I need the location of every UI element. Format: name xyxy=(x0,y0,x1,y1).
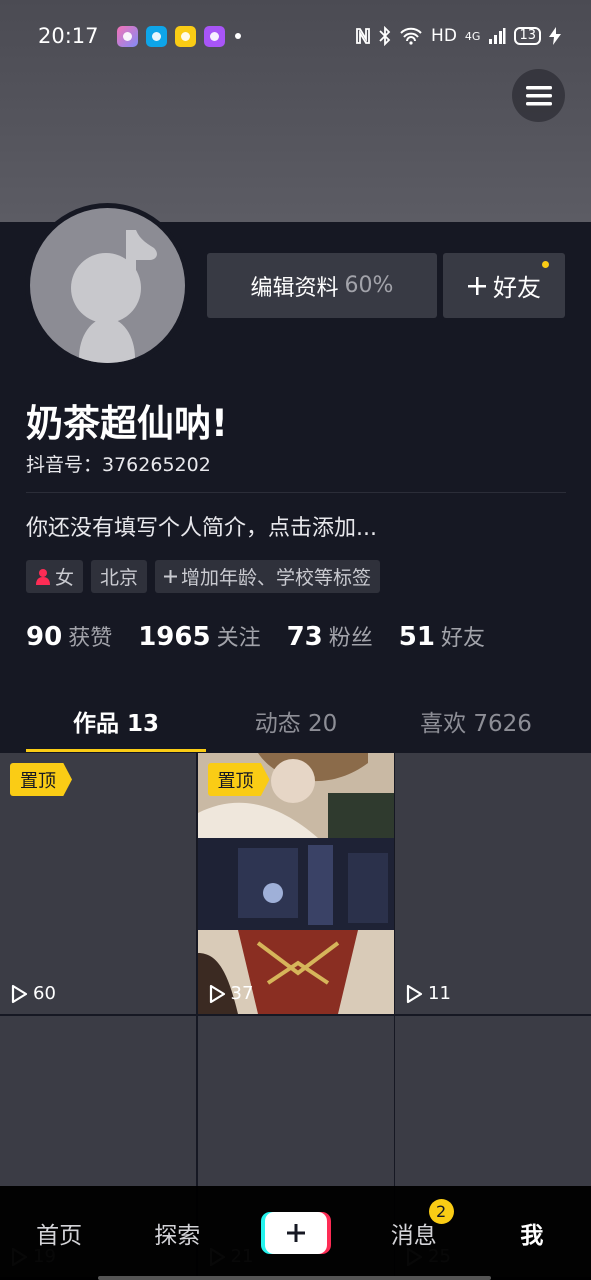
status-bar: 20:17 HD 4G 13 xyxy=(0,0,591,72)
gender-tag[interactable]: 女 xyxy=(26,560,84,593)
play-count: 11 xyxy=(405,983,451,1004)
stat-friends[interactable]: 51 好友 xyxy=(399,620,485,652)
nav-explore[interactable]: 探索 xyxy=(118,1216,236,1250)
charging-icon xyxy=(549,27,561,45)
avatar xyxy=(30,208,185,363)
wifi-icon xyxy=(400,27,422,45)
tab-works[interactable]: 作品 13 xyxy=(26,690,206,752)
app-notification-icon xyxy=(174,25,196,47)
bottom-nav: 首页 探索 消息 2 我 xyxy=(0,1186,591,1280)
gender-label: 女 xyxy=(55,567,75,589)
add-tag-button[interactable]: 增加年龄、学校等标签 xyxy=(155,560,381,593)
pinned-badge: 置顶 xyxy=(207,763,270,796)
profile-completion: 60% xyxy=(344,273,394,298)
avatar-frame[interactable] xyxy=(25,203,190,368)
stat-following[interactable]: 1965 关注 xyxy=(138,620,260,652)
battery-level: 13 xyxy=(514,27,541,45)
tab-moments[interactable]: 动态 20 xyxy=(206,690,386,752)
stat-likes[interactable]: 90 获赞 xyxy=(26,620,112,652)
network-type: 4G xyxy=(464,29,481,43)
signal-icon xyxy=(489,28,506,44)
douyin-id[interactable]: 抖音号：376265202 xyxy=(26,450,211,477)
add-tag-label: 增加年龄、学校等标签 xyxy=(181,567,372,589)
add-friend-label: 好友 xyxy=(493,274,541,302)
add-friend-button[interactable]: 好友 xyxy=(443,253,565,318)
nav-me[interactable]: 我 xyxy=(473,1216,591,1250)
home-indicator[interactable] xyxy=(98,1276,491,1280)
city-label: 北京 xyxy=(100,567,139,589)
female-person-icon xyxy=(36,568,50,585)
menu-button[interactable] xyxy=(512,69,565,122)
app-notification-icon xyxy=(203,25,225,47)
tab-likes[interactable]: 喜欢 7626 xyxy=(386,690,566,752)
nav-create[interactable] xyxy=(236,1212,354,1254)
status-time: 20:17 xyxy=(38,24,99,48)
app-notification-icon xyxy=(116,25,138,47)
new-indicator-dot xyxy=(542,261,549,268)
profile-tags: 女 北京 增加年龄、学校等标签 xyxy=(26,560,381,593)
play-icon xyxy=(11,984,28,1003)
default-avatar-icon xyxy=(71,230,157,363)
play-count: 37 xyxy=(208,983,253,1004)
bio[interactable]: 你还没有填写个人简介，点击添加... xyxy=(26,510,377,542)
edit-profile-label: 编辑资料 xyxy=(250,275,339,301)
stat-followers[interactable]: 73 粉丝 xyxy=(287,620,373,652)
hd-indicator: HD xyxy=(431,26,457,46)
edit-profile-button[interactable]: 编辑资料 60% xyxy=(207,253,437,318)
nav-home[interactable]: 首页 xyxy=(0,1216,118,1250)
nav-messages-label: 消息 xyxy=(390,1223,437,1249)
profile-stats: 90 获赞 1965 关注 73 粉丝 51 好友 xyxy=(26,620,485,652)
city-tag[interactable]: 北京 xyxy=(91,560,148,593)
create-button[interactable] xyxy=(264,1212,327,1254)
video-thumbnail[interactable]: 11 xyxy=(395,753,591,1014)
bluetooth-icon xyxy=(379,26,391,46)
video-thumbnail[interactable]: 置顶 37 xyxy=(197,753,394,1014)
plus-icon xyxy=(468,276,486,295)
more-notifications-icon xyxy=(234,33,241,39)
plus-icon xyxy=(286,1224,305,1242)
app-notification-icon xyxy=(145,25,167,47)
nfc-icon xyxy=(356,28,370,44)
nav-messages[interactable]: 消息 2 xyxy=(355,1199,473,1250)
message-count-badge: 2 xyxy=(428,1199,454,1224)
play-icon xyxy=(209,984,225,1003)
divider xyxy=(26,492,566,493)
video-thumbnail[interactable]: 置顶 60 xyxy=(0,753,196,1014)
plus-icon xyxy=(164,570,178,583)
play-icon xyxy=(406,984,423,1003)
nickname: 奶茶超仙呐! xyxy=(26,402,228,445)
play-count: 60 xyxy=(10,983,56,1004)
hamburger-icon xyxy=(525,85,552,105)
status-right: HD 4G 13 xyxy=(355,26,561,46)
pinned-badge: 置顶 xyxy=(10,763,72,796)
content-tabs: 作品 13 动态 20 喜欢 7626 xyxy=(26,690,566,752)
